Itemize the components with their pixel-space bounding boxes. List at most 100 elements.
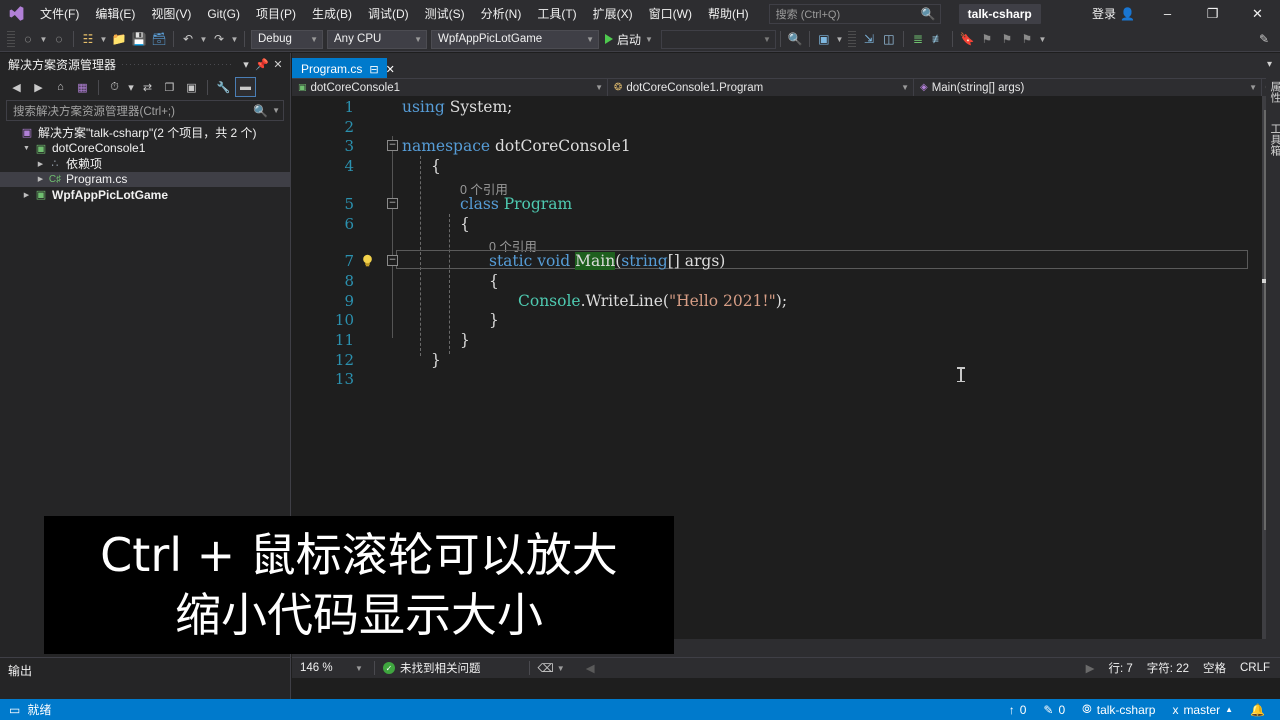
scroll-right-icon[interactable]: ▶ bbox=[1086, 661, 1095, 675]
attach-snapshot-icon[interactable]: ▣ bbox=[814, 29, 834, 49]
compare-icon[interactable]: ◫ bbox=[879, 29, 899, 49]
clear-bookmarks-icon[interactable]: ⚑ bbox=[1017, 29, 1037, 49]
close-icon[interactable]: ✕ bbox=[1235, 0, 1280, 27]
redo-icon[interactable]: ↷ bbox=[209, 29, 229, 49]
toolbar-grip[interactable] bbox=[7, 31, 15, 47]
sync-icon[interactable]: ⇄ bbox=[137, 77, 158, 97]
branch-indicator[interactable]: x master ▲ bbox=[1167, 699, 1238, 720]
lightbulb-icon[interactable] bbox=[360, 253, 376, 269]
menu-edit[interactable]: 编辑(E) bbox=[87, 3, 143, 25]
chevron-down-icon[interactable]: ▾ bbox=[238, 55, 254, 73]
auto-hide-icon[interactable]: ▾ bbox=[1267, 59, 1279, 71]
tree-item-1[interactable]: ▼ ▣ dotCoreConsole1 bbox=[0, 141, 290, 157]
menu-view[interactable]: 视图(V) bbox=[143, 3, 199, 25]
tree-item-3[interactable]: ▶ C♯ Program.cs bbox=[0, 171, 290, 187]
snapshot-caret-icon[interactable]: ▼ bbox=[834, 29, 845, 49]
new-project-caret-icon[interactable]: ▼ bbox=[98, 29, 109, 49]
menu-file[interactable]: 文件(F) bbox=[32, 3, 87, 25]
tree-item-4[interactable]: ▶ ▣ WpfAppPicLotGame bbox=[0, 187, 290, 203]
save-icon[interactable]: 💾 bbox=[129, 29, 149, 49]
bookmark-icon[interactable]: 🔖 bbox=[957, 29, 977, 49]
toolbar-grip[interactable] bbox=[847, 31, 856, 47]
menu-window[interactable]: 窗口(W) bbox=[641, 3, 700, 25]
platform-combo[interactable]: Any CPU ▼ bbox=[327, 29, 427, 49]
show-all-files-icon[interactable]: ▣ bbox=[181, 77, 202, 97]
preview-selected-items-icon[interactable]: ▬ bbox=[235, 77, 256, 97]
menu-extensions[interactable]: 扩展(X) bbox=[585, 3, 641, 25]
menu-analyze[interactable]: 分析(N) bbox=[473, 3, 530, 25]
right-tab-properties[interactable]: 属性 bbox=[1266, 75, 1280, 109]
navbar-project-combo[interactable]: ▣ dotCoreConsole1 ▼ bbox=[292, 78, 608, 97]
repository-indicator[interactable]: ⦾ talk-csharp bbox=[1077, 699, 1160, 720]
chevron-down-icon[interactable]: ▼ bbox=[645, 35, 653, 44]
menu-project[interactable]: 项目(P) bbox=[248, 3, 304, 25]
redo-caret-icon[interactable]: ▼ bbox=[229, 29, 240, 49]
pin-icon[interactable]: ⊟ bbox=[369, 63, 378, 76]
home-icon[interactable]: ⌂ bbox=[50, 77, 71, 97]
tree-item-0[interactable]: ▣ 解决方案"talk-csharp"(2 个项目，共 2 个) bbox=[0, 125, 290, 141]
notifications-button[interactable]: 🔔 bbox=[1245, 699, 1270, 720]
feedback-icon[interactable]: ✎ bbox=[1254, 29, 1274, 49]
chevron-right-icon[interactable]: ▶ bbox=[20, 191, 33, 199]
quick-launch-search[interactable]: 搜索 (Ctrl+Q) 🔍 bbox=[768, 3, 941, 24]
close-icon[interactable]: ✕ bbox=[386, 63, 395, 76]
outdent-icon[interactable]: ≢ bbox=[928, 29, 948, 49]
minimize-icon[interactable]: – bbox=[1145, 0, 1190, 27]
start-debugging-button[interactable]: 启动 ▼ bbox=[601, 29, 657, 49]
menu-git[interactable]: Git(G) bbox=[199, 3, 248, 25]
undo-caret-icon[interactable]: ▼ bbox=[198, 29, 209, 49]
pending-changes-icon[interactable]: ▦ bbox=[72, 77, 93, 97]
properties-icon[interactable]: 🔧 bbox=[213, 77, 234, 97]
chevron-right-icon[interactable]: ▶ bbox=[34, 160, 47, 168]
history-caret-icon[interactable]: ▾ bbox=[126, 77, 136, 97]
startup-project-combo[interactable]: WpfAppPicLotGame ▼ bbox=[431, 29, 599, 49]
right-tab-toolbox[interactable]: 工具箱 bbox=[1266, 117, 1280, 162]
chevron-down-icon[interactable]: ▼ bbox=[272, 106, 280, 115]
step-into-icon[interactable]: ⇲ bbox=[859, 29, 879, 49]
issue-filter-icon[interactable]: ⌫ bbox=[538, 661, 554, 675]
collapse-region-icon[interactable]: − bbox=[387, 255, 398, 267]
navigate-forward-icon[interactable]: ◌ bbox=[49, 29, 69, 49]
menu-tools[interactable]: 工具(T) bbox=[529, 3, 584, 25]
navigate-back-icon[interactable]: ◌ bbox=[18, 29, 38, 49]
indent-icon[interactable]: ≣ bbox=[908, 29, 928, 49]
collapse-all-icon[interactable]: ❐ bbox=[159, 77, 180, 97]
close-icon[interactable]: ✕ bbox=[270, 55, 286, 73]
chevron-down-icon[interactable]: ▼ bbox=[554, 664, 568, 673]
new-project-icon[interactable]: ☷ bbox=[78, 29, 98, 49]
navigate-back-caret-icon[interactable]: ▼ bbox=[38, 29, 49, 49]
undo-icon[interactable]: ↶ bbox=[178, 29, 198, 49]
menu-test[interactable]: 测试(S) bbox=[417, 3, 473, 25]
open-file-icon[interactable]: 📁 bbox=[109, 29, 129, 49]
toolbar-overflow-icon[interactable]: ▼ bbox=[1037, 29, 1048, 49]
menu-build[interactable]: 生成(B) bbox=[304, 3, 360, 25]
restore-icon[interactable]: ❐ bbox=[1190, 0, 1235, 27]
solution-explorer-search[interactable]: 搜索解决方案资源管理器(Ctrl+;) 🔍 ▼ bbox=[6, 100, 284, 121]
back-icon[interactable]: ◀ bbox=[6, 77, 27, 97]
sign-in-button[interactable]: 登录 👤 bbox=[1082, 5, 1145, 22]
process-combo[interactable]: ▼ bbox=[660, 29, 776, 49]
chevron-right-icon[interactable]: ▶ bbox=[34, 175, 47, 183]
find-in-files-icon[interactable]: 🔍 bbox=[785, 29, 805, 49]
configuration-combo[interactable]: Debug ▼ bbox=[251, 29, 323, 49]
chevron-down-icon[interactable]: ▼ bbox=[20, 145, 33, 152]
tab-program-cs[interactable]: Program.cs ⊟ ✕ bbox=[292, 58, 395, 80]
forward-icon[interactable]: ▶ bbox=[28, 77, 49, 97]
menu-debug[interactable]: 调试(D) bbox=[360, 3, 417, 25]
next-bookmark-icon[interactable]: ⚑ bbox=[977, 29, 997, 49]
history-icon[interactable]: ⏱ bbox=[104, 77, 125, 97]
pin-icon[interactable]: 📌 bbox=[254, 55, 270, 73]
tree-item-2[interactable]: ▶ ∴ 依赖项 bbox=[0, 156, 290, 172]
publish-changes[interactable]: ↑ 0 bbox=[1004, 699, 1032, 720]
navbar-member-combo[interactable]: ◈ Main(string[] args) ▼ bbox=[914, 78, 1262, 97]
navbar-type-combo[interactable]: ❂ dotCoreConsole1.Program ▼ bbox=[608, 78, 914, 97]
collapse-region-icon[interactable]: − bbox=[387, 197, 398, 209]
previous-bookmark-icon[interactable]: ⚑ bbox=[997, 29, 1017, 49]
zoom-level[interactable]: 146 % bbox=[292, 662, 352, 674]
scroll-left-icon[interactable]: ◀ bbox=[586, 661, 595, 675]
pending-edits[interactable]: ✎ 0 bbox=[1038, 699, 1070, 720]
menu-help[interactable]: 帮助(H) bbox=[700, 3, 757, 25]
chevron-down-icon[interactable]: ▼ bbox=[352, 664, 366, 673]
save-all-icon[interactable]: 🗃 bbox=[149, 29, 169, 49]
collapse-region-icon[interactable]: − bbox=[387, 140, 398, 152]
